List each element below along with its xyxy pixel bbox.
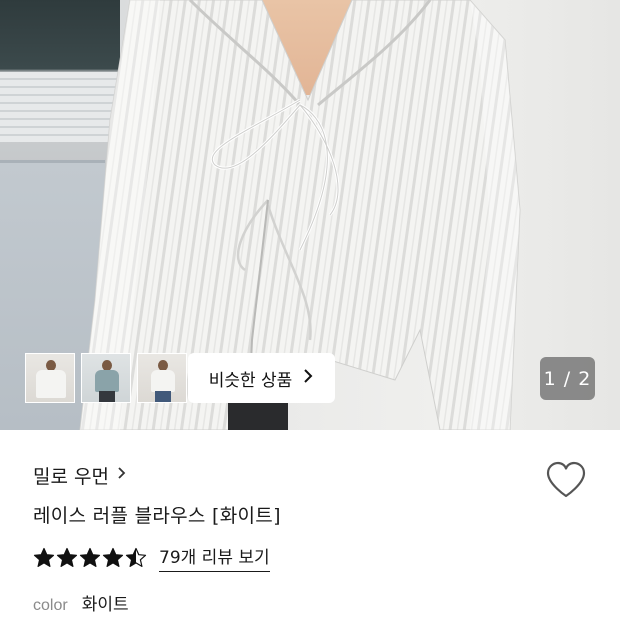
brand-name: 밀로 우먼 xyxy=(33,466,109,488)
brand-link[interactable]: 밀로 우먼 xyxy=(33,462,127,489)
thumbnail-model-legs xyxy=(155,391,171,402)
star-icon xyxy=(125,547,147,567)
thumbnail-1[interactable] xyxy=(25,353,75,403)
chevron-right-icon xyxy=(117,465,127,486)
chevron-right-icon xyxy=(302,368,314,388)
thumbnail-model-body xyxy=(95,370,119,392)
thumbnail-model-body xyxy=(36,370,66,398)
thumbnail-3[interactable] xyxy=(137,353,187,403)
thumbnail-model-legs xyxy=(99,391,115,402)
product-main-image[interactable]: 비슷한 상품 1 / 2 xyxy=(0,0,620,430)
thumbnail-model-body xyxy=(151,370,175,392)
star-icon xyxy=(102,547,124,567)
option-value: 화이트 xyxy=(81,595,129,615)
star-icon xyxy=(33,547,55,567)
thumbnail-strip xyxy=(25,353,187,403)
star-icon xyxy=(56,547,78,567)
review-link[interactable]: 79개 리뷰 보기 xyxy=(159,543,270,572)
product-title: 레이스 러플 블라우스 [화이트] xyxy=(33,505,281,527)
similar-products-label: 비슷한 상품 xyxy=(208,370,293,391)
heart-outline-icon[interactable] xyxy=(545,460,587,500)
similar-products-button[interactable]: 비슷한 상품 xyxy=(188,353,335,403)
option-row: color 화이트 xyxy=(33,590,129,615)
option-label: color xyxy=(33,597,68,614)
star-icon xyxy=(79,547,101,567)
rating-row: 79개 리뷰 보기 xyxy=(33,543,270,572)
star-rating xyxy=(33,547,147,569)
thumbnail-2[interactable] xyxy=(81,353,131,403)
image-page-indicator: 1 / 2 xyxy=(540,357,595,400)
